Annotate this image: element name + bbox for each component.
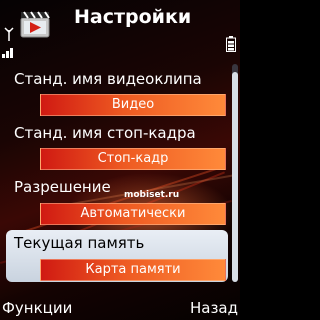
setting-resolution[interactable]: Разрешение Автоматически: [0, 174, 230, 226]
setting-label: Станд. имя видеоклипа: [14, 70, 202, 88]
setting-label: Станд. имя стоп-кадра: [14, 124, 196, 142]
video-clapper-icon: [20, 11, 50, 38]
setting-image-name[interactable]: Станд. имя стоп-кадра Стоп-кадр: [0, 122, 230, 174]
header: Настройки: [0, 0, 240, 60]
options-softkey[interactable]: Функции: [2, 299, 72, 317]
scrollbar[interactable]: [232, 64, 238, 282]
setting-current-memory[interactable]: Текущая память Карта памяти: [0, 230, 230, 284]
setting-value[interactable]: Стоп-кадр: [40, 148, 226, 170]
scrollbar-thumb[interactable]: [232, 72, 238, 282]
setting-value[interactable]: Карта памяти: [40, 259, 226, 281]
antenna-icon: [4, 27, 14, 41]
battery-icon: [226, 36, 236, 52]
page-title: Настройки: [74, 6, 192, 28]
setting-value[interactable]: Видео: [40, 94, 226, 116]
setting-value[interactable]: Автоматически: [40, 203, 226, 225]
signal-strength-icon: [2, 48, 13, 58]
setting-label: Разрешение: [14, 178, 111, 196]
watermark: mobiset.ru: [124, 190, 180, 200]
setting-video-name[interactable]: Станд. имя видеоклипа Видео: [0, 68, 230, 120]
back-softkey[interactable]: Назад: [190, 299, 238, 317]
setting-label: Текущая память: [14, 234, 145, 252]
